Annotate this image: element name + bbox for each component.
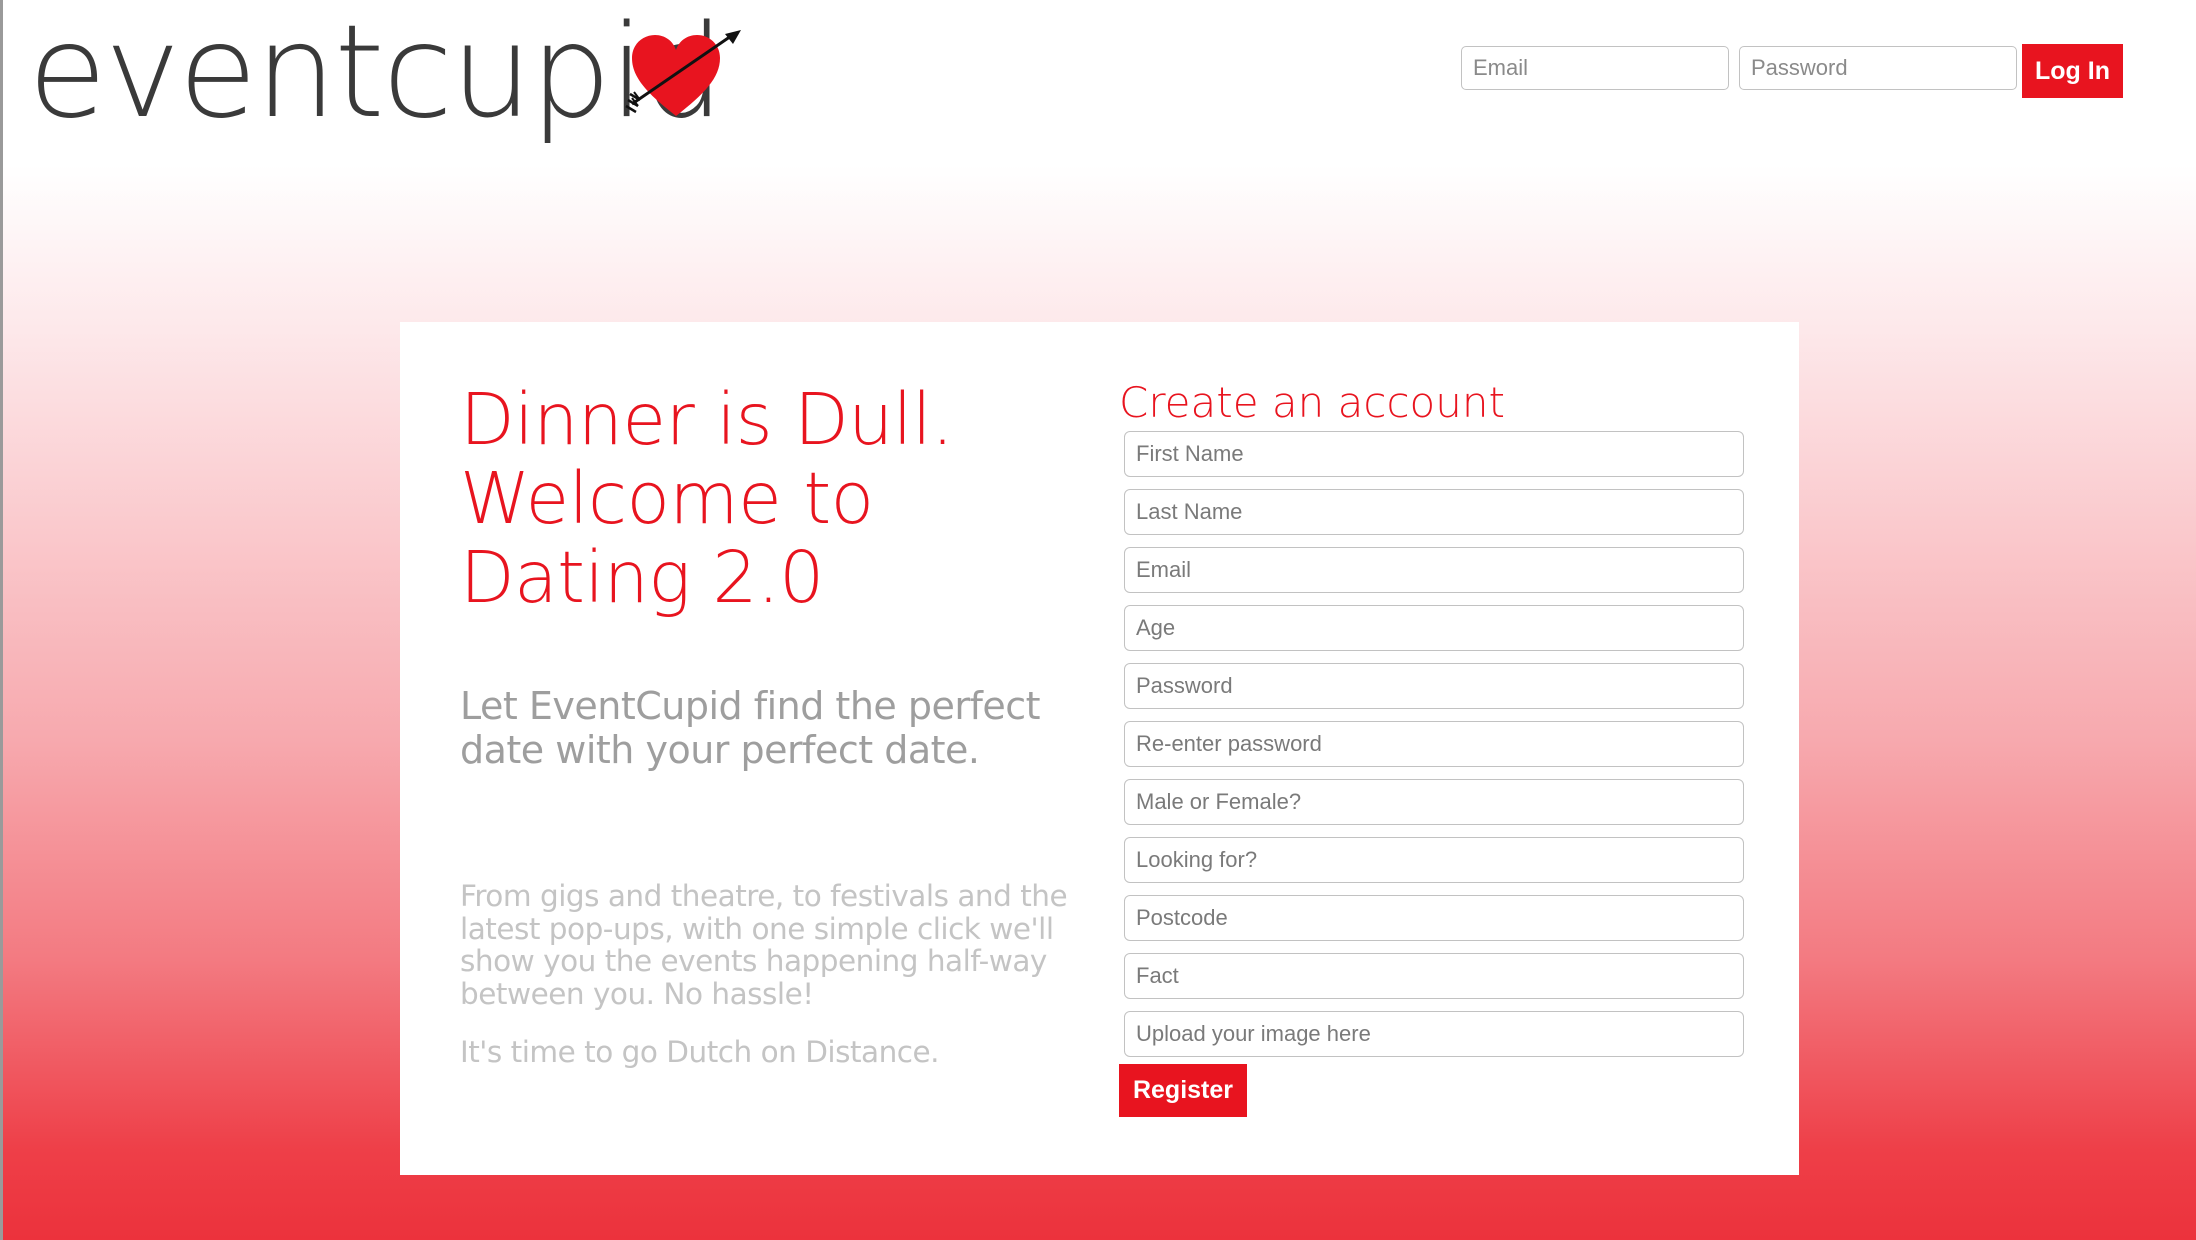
age-field[interactable] bbox=[1124, 605, 1744, 651]
postcode-field[interactable] bbox=[1124, 895, 1744, 941]
hero-tagline: It's time to go Dutch on Distance. bbox=[460, 1035, 940, 1069]
first-name-field[interactable] bbox=[1124, 431, 1744, 477]
header-email-input[interactable] bbox=[1461, 46, 1729, 90]
login-button[interactable]: Log In bbox=[2022, 44, 2123, 98]
email-field[interactable] bbox=[1124, 547, 1744, 593]
password-field[interactable] bbox=[1124, 663, 1744, 709]
image-upload-field[interactable] bbox=[1124, 1011, 1744, 1057]
hero-subhead: Let EventCupid find the perfect date wit… bbox=[460, 684, 1041, 772]
hero-body: From gigs and theatre, to festivals and … bbox=[460, 879, 1068, 1011]
reenter-password-field[interactable] bbox=[1124, 721, 1744, 767]
hero-headline: Dinner is Dull. Welcome to Dating 2.0 bbox=[460, 378, 954, 619]
register-title: Create an account bbox=[1119, 378, 1505, 427]
eventcupid-logo[interactable]: eventcupid bbox=[28, 0, 741, 147]
signup-card: Dinner is Dull. Welcome to Dating 2.0 Le… bbox=[400, 322, 1799, 1175]
last-name-field[interactable] bbox=[1124, 489, 1744, 535]
logo-wordmark: eventcupid bbox=[28, 0, 724, 147]
heart-with-arrow-icon bbox=[625, 30, 741, 116]
window-left-edge bbox=[0, 0, 3, 1240]
header-password-input[interactable] bbox=[1739, 46, 2017, 90]
gender-field[interactable] bbox=[1124, 779, 1744, 825]
fact-field[interactable] bbox=[1124, 953, 1744, 999]
register-button[interactable]: Register bbox=[1119, 1064, 1247, 1117]
looking-for-field[interactable] bbox=[1124, 837, 1744, 883]
